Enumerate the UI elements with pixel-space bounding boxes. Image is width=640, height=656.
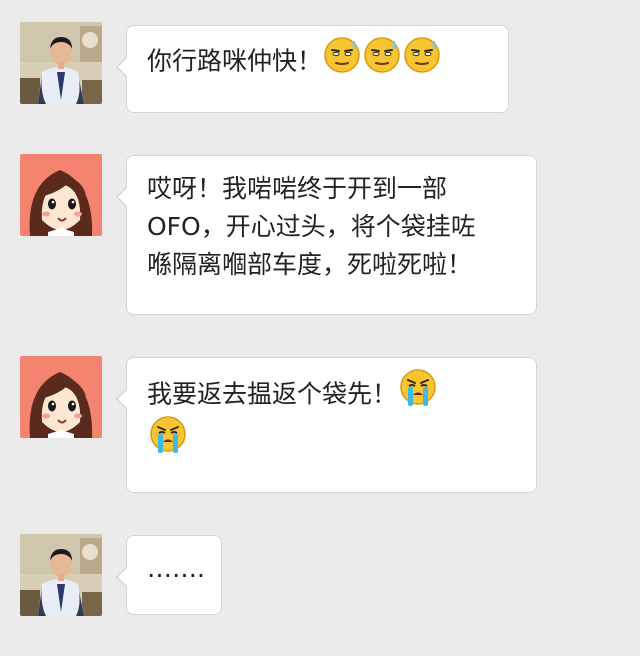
crying-emoji <box>147 413 189 466</box>
man-avatar[interactable] <box>20 22 102 104</box>
message-bubble-3[interactable]: 我要返去揾返个袋先！ <box>116 357 537 493</box>
girl-avatar-image <box>20 356 102 438</box>
sweat-smile-emoji <box>322 34 362 85</box>
girl-avatar[interactable] <box>20 154 102 236</box>
message-text-2-line-3: 喺隔离嗰部车度，死啦死啦！ <box>147 250 473 279</box>
message-text-4: ……. <box>147 554 205 583</box>
chat-window: 你行路咪仲快！ 哎呀！我啱啱终于开到一部 OFO，开心过头，将个袋挂咗 喺隔离嗰… <box>0 0 640 656</box>
man-avatar[interactable] <box>20 534 102 616</box>
message-text-1: 你行路咪仲快！ <box>147 46 323 76</box>
message-bubble-1[interactable]: 你行路咪仲快！ <box>116 25 509 113</box>
girl-avatar[interactable] <box>20 356 102 438</box>
message-bubble-2[interactable]: 哎呀！我啱啱终于开到一部 OFO，开心过头，将个袋挂咗 喺隔离嗰部车度，死啦死啦… <box>116 155 537 315</box>
man-avatar-image <box>20 22 102 104</box>
sweat-smile-emoji <box>362 34 402 85</box>
message-text-2-line-1: 哎呀！我啱啱终于开到一部 <box>147 174 448 203</box>
message-text-2-line-2: OFO，开心过头，将个袋挂咗 <box>147 212 476 241</box>
crying-emoji <box>397 366 439 419</box>
message-bubble-4[interactable]: ……. <box>116 535 222 615</box>
message-text-3: 我要返去揾返个袋先！ <box>147 379 398 409</box>
girl-avatar-image <box>20 154 102 236</box>
man-avatar-image <box>20 534 102 616</box>
sweat-smile-emoji <box>402 34 442 85</box>
